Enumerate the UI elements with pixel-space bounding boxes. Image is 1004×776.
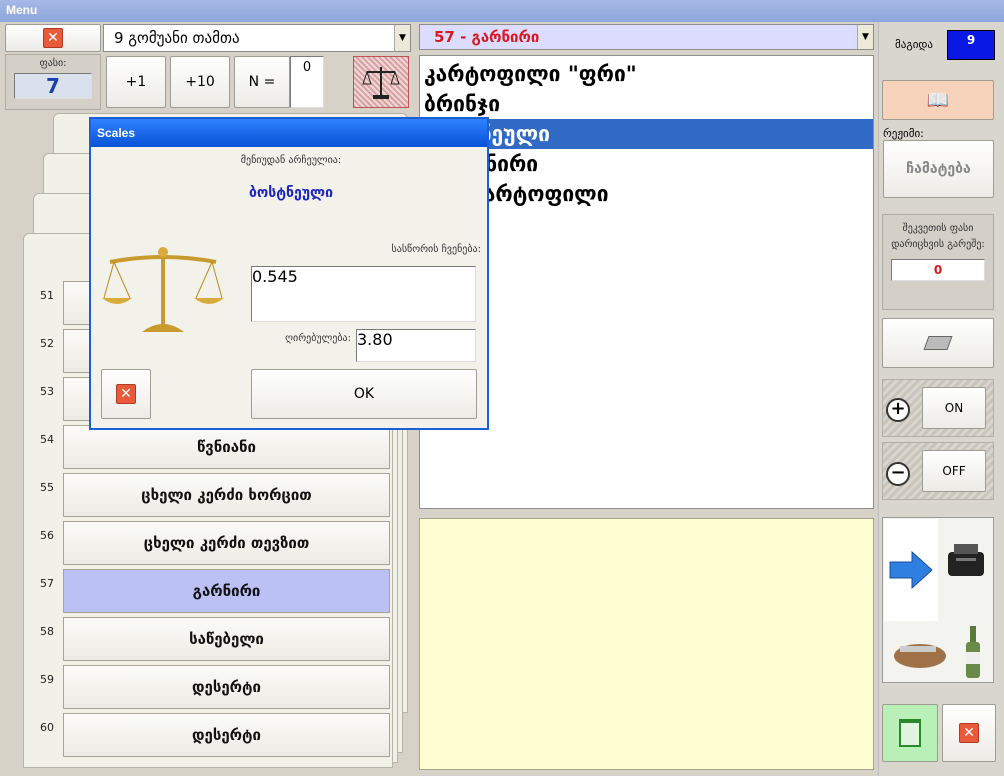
price-panel: ფასი: 7 (5, 54, 101, 110)
send-arrow-icon[interactable] (884, 519, 938, 621)
category-button[interactable]: წვნიანი (63, 425, 390, 469)
note-area[interactable] (419, 518, 874, 770)
category-number: 51 (40, 289, 54, 302)
scales-image-icon (97, 239, 229, 343)
chevron-down-icon[interactable]: ▼ (857, 25, 873, 49)
exit-button[interactable]: ✕ (942, 704, 996, 762)
on-button[interactable]: ON (922, 387, 986, 429)
off-button[interactable]: OFF (922, 450, 986, 492)
n-input[interactable]: 0 (290, 56, 324, 108)
category-button[interactable]: საწებელი (63, 617, 390, 661)
category-select-value: 57 - გარნირი (434, 28, 540, 46)
close-icon: ✕ (43, 28, 63, 48)
cost-label: ღირებულება: (285, 333, 351, 344)
price-label: ფასი: (39, 58, 67, 69)
table-number: 9 (947, 30, 995, 60)
cost-value: 3.80 (356, 329, 476, 362)
menu-book-button[interactable]: 📖 (882, 80, 994, 120)
window-title: Menu (0, 0, 1004, 22)
eraser-icon (923, 336, 953, 350)
list-item[interactable]: კარტოფილი "ფრი" (420, 59, 873, 89)
cancel-button[interactable]: ✕ (101, 369, 151, 419)
category-row: 56 ცხელი კერძი თევზით (20, 521, 390, 567)
category-number: 58 (40, 625, 54, 638)
mode-button[interactable]: ჩამატება (883, 140, 994, 198)
chosen-label: მენიუდან არჩეულია: (240, 155, 342, 166)
plus10-button[interactable]: +10 (170, 56, 230, 108)
category-row: 54 წვნიანი (20, 425, 390, 471)
category-button[interactable]: ცხელი კერძი ხორცით (63, 473, 390, 517)
category-button[interactable]: დესერტი (63, 665, 390, 709)
chevron-down-icon[interactable]: ▼ (394, 25, 410, 51)
category-row: 55 ცხელი კერძი ხორცით (20, 473, 390, 519)
category-number: 56 (40, 529, 54, 542)
n-equals-button[interactable]: N = (234, 56, 290, 108)
weight-panel: შეკვეთის ფასი დარიცხვის გარეშე: 0 (882, 214, 994, 310)
dialog-title: Scales (91, 119, 487, 147)
table-select-value: 9 გომუანი თამთა (114, 29, 240, 47)
category-number: 60 (40, 721, 54, 734)
category-row: 58 საწებელი (20, 617, 390, 663)
category-number: 54 (40, 433, 54, 446)
plus1-button[interactable]: +1 (106, 56, 166, 108)
recycle-bin-icon (899, 719, 921, 747)
table-select[interactable]: 9 გომუანი თამთა ▼ (103, 24, 411, 52)
close-icon: ✕ (116, 384, 136, 404)
ok-button[interactable]: OK (251, 369, 477, 419)
category-number: 57 (40, 577, 54, 590)
category-button[interactable]: ცხელი კერძი თევზით (63, 521, 390, 565)
close-icon: ✕ (959, 723, 979, 743)
recycle-bin-button[interactable] (882, 704, 938, 762)
scales-dialog: Scales მენიუდან არჩეულია: ბოსტნეული სასწ… (89, 117, 489, 430)
mode-label: რეჟიმი: (883, 127, 924, 140)
category-number: 53 (40, 385, 54, 398)
kitchen-bar-icon[interactable] (886, 624, 992, 680)
eraser-button[interactable] (882, 318, 994, 368)
category-row: 57 გარნირი (20, 569, 390, 615)
table-label: მაგიდა (895, 38, 934, 51)
scales-icon[interactable] (353, 56, 409, 108)
scale-label: სასწორის ჩვენება: (391, 244, 481, 255)
close-order-button[interactable]: ✕ (5, 24, 101, 52)
category-select[interactable]: 57 - გარნირი ▼ (419, 24, 874, 50)
category-number: 59 (40, 673, 54, 686)
category-number: 52 (40, 337, 54, 350)
plus-circle-icon[interactable]: + (886, 398, 910, 422)
list-item[interactable]: ბრინჯი (420, 89, 873, 119)
category-button[interactable]: გარნირი (63, 569, 390, 613)
category-row: 59 დესერტი (20, 665, 390, 711)
chosen-value: ბოსტნეული (249, 185, 333, 201)
minus-circle-icon[interactable]: − (886, 462, 910, 486)
category-row: 60 დესერტი (20, 713, 390, 759)
price-value: 7 (14, 73, 92, 99)
scale-reading: 0.545 (251, 266, 476, 322)
category-button[interactable]: დესერტი (63, 713, 390, 757)
weight-value: 0 (891, 259, 985, 281)
receipt-printer-icon[interactable] (940, 530, 992, 590)
weight-label: შეკვეთის ფასი დარიცხვის გარეშე: (891, 223, 985, 250)
book-icon: 📖 (926, 89, 950, 111)
category-number: 55 (40, 481, 54, 494)
